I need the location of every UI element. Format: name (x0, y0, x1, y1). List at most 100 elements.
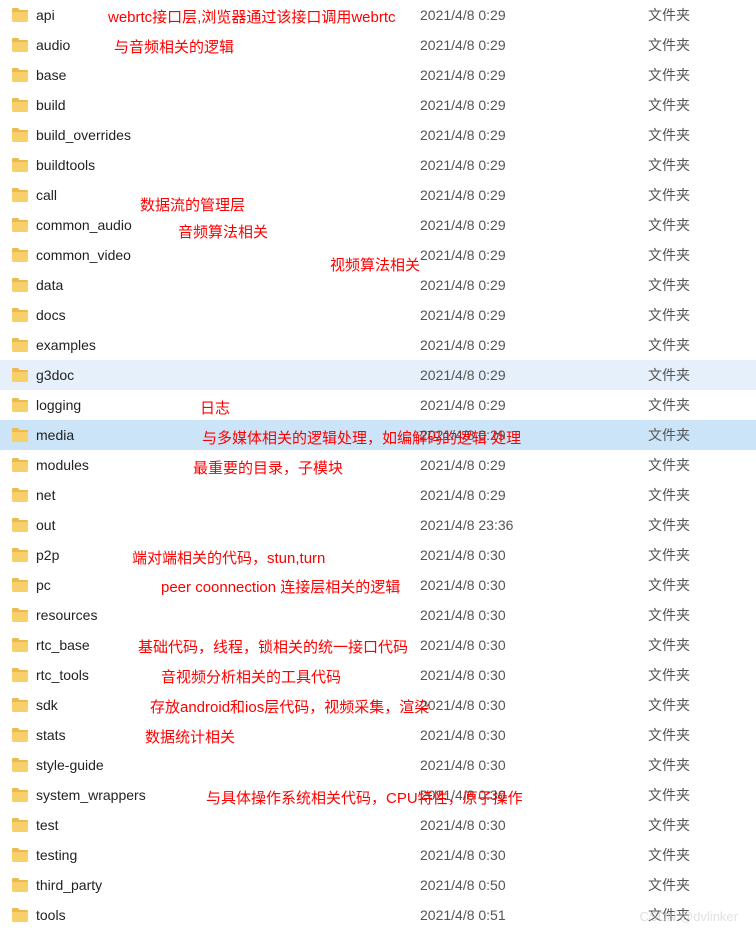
folder-row[interactable]: modules2021/4/8 0:29文件夹 (0, 450, 756, 480)
folder-icon (12, 158, 28, 172)
folder-row[interactable]: g3doc2021/4/8 0:29文件夹 (0, 360, 756, 390)
modified-date: 2021/4/8 0:30 (420, 727, 648, 743)
modified-date: 2021/4/8 0:30 (420, 637, 648, 653)
modified-date: 2021/4/8 0:29 (420, 97, 648, 113)
folder-row[interactable]: testing2021/4/8 0:30文件夹 (0, 840, 756, 870)
folder-row[interactable]: call2021/4/8 0:29文件夹 (0, 180, 756, 210)
modified-date: 2021/4/8 0:30 (420, 847, 648, 863)
folder-row[interactable]: sdk2021/4/8 0:30文件夹 (0, 690, 756, 720)
folder-name: common_audio (36, 217, 420, 233)
icon-cell (12, 278, 36, 292)
folder-row[interactable]: pc2021/4/8 0:30文件夹 (0, 570, 756, 600)
icon-cell (12, 158, 36, 172)
folder-name: build (36, 97, 420, 113)
item-type: 文件夹 (648, 425, 748, 445)
folder-row[interactable]: build2021/4/8 0:29文件夹 (0, 90, 756, 120)
folder-row[interactable]: docs2021/4/8 0:29文件夹 (0, 300, 756, 330)
item-type: 文件夹 (648, 725, 748, 745)
item-type: 文件夹 (648, 755, 748, 775)
folder-icon (12, 548, 28, 562)
folder-name: test (36, 817, 420, 833)
item-type: 文件夹 (648, 455, 748, 475)
folder-row[interactable]: buildtools2021/4/8 0:29文件夹 (0, 150, 756, 180)
folder-row[interactable]: stats2021/4/8 0:30文件夹 (0, 720, 756, 750)
icon-cell (12, 248, 36, 262)
folder-row[interactable]: common_video2021/4/8 0:29文件夹 (0, 240, 756, 270)
icon-cell (12, 338, 36, 352)
folder-icon (12, 818, 28, 832)
folder-row[interactable]: common_audio2021/4/8 0:29文件夹 (0, 210, 756, 240)
folder-row[interactable]: audio2021/4/8 0:29文件夹 (0, 30, 756, 60)
folder-row[interactable]: logging2021/4/8 0:29文件夹 (0, 390, 756, 420)
folder-name: p2p (36, 547, 420, 563)
watermark: CSDN @dvlinker (640, 909, 738, 924)
folder-name: third_party (36, 877, 420, 893)
folder-row[interactable]: api2021/4/8 0:29文件夹 (0, 0, 756, 30)
modified-date: 2021/4/8 0:30 (420, 547, 648, 563)
icon-cell (12, 698, 36, 712)
item-type: 文件夹 (648, 365, 748, 385)
folder-icon (12, 368, 28, 382)
folder-row[interactable]: net2021/4/8 0:29文件夹 (0, 480, 756, 510)
folder-name: rtc_base (36, 637, 420, 653)
icon-cell (12, 68, 36, 82)
folder-row[interactable]: media2021/4/8 0:29文件夹 (0, 420, 756, 450)
item-type: 文件夹 (648, 845, 748, 865)
icon-cell (12, 128, 36, 142)
folder-icon (12, 278, 28, 292)
folder-row[interactable]: resources2021/4/8 0:30文件夹 (0, 600, 756, 630)
folder-row[interactable]: system_wrappers2021/4/8 0:30文件夹 (0, 780, 756, 810)
folder-name: system_wrappers (36, 787, 420, 803)
folder-icon (12, 38, 28, 52)
modified-date: 2021/4/8 0:30 (420, 607, 648, 623)
folder-row[interactable]: style-guide2021/4/8 0:30文件夹 (0, 750, 756, 780)
folder-icon (12, 8, 28, 22)
folder-icon (12, 518, 28, 532)
modified-date: 2021/4/8 0:29 (420, 487, 648, 503)
icon-cell (12, 368, 36, 382)
item-type: 文件夹 (648, 245, 748, 265)
icon-cell (12, 878, 36, 892)
icon-cell (12, 38, 36, 52)
folder-row[interactable]: rtc_base2021/4/8 0:30文件夹 (0, 630, 756, 660)
folder-row[interactable]: examples2021/4/8 0:29文件夹 (0, 330, 756, 360)
folder-name: buildtools (36, 157, 420, 173)
icon-cell (12, 788, 36, 802)
folder-name: testing (36, 847, 420, 863)
modified-date: 2021/4/8 0:29 (420, 367, 648, 383)
modified-date: 2021/4/8 23:36 (420, 517, 648, 533)
modified-date: 2021/4/8 0:29 (420, 7, 648, 23)
modified-date: 2021/4/8 0:30 (420, 817, 648, 833)
folder-row[interactable]: third_party2021/4/8 0:50文件夹 (0, 870, 756, 900)
folder-row[interactable]: build_overrides2021/4/8 0:29文件夹 (0, 120, 756, 150)
icon-cell (12, 758, 36, 772)
folder-icon (12, 878, 28, 892)
icon-cell (12, 818, 36, 832)
folder-row[interactable]: test2021/4/8 0:30文件夹 (0, 810, 756, 840)
folder-name: sdk (36, 697, 420, 713)
folder-icon (12, 68, 28, 82)
item-type: 文件夹 (648, 125, 748, 145)
item-type: 文件夹 (648, 155, 748, 175)
folder-name: audio (36, 37, 420, 53)
folder-row[interactable]: p2p2021/4/8 0:30文件夹 (0, 540, 756, 570)
modified-date: 2021/4/8 0:51 (420, 907, 648, 923)
item-type: 文件夹 (648, 305, 748, 325)
item-type: 文件夹 (648, 575, 748, 595)
icon-cell (12, 518, 36, 532)
icon-cell (12, 728, 36, 742)
folder-row[interactable]: base2021/4/8 0:29文件夹 (0, 60, 756, 90)
folder-row[interactable]: out2021/4/8 23:36文件夹 (0, 510, 756, 540)
item-type: 文件夹 (648, 515, 748, 535)
modified-date: 2021/4/8 0:30 (420, 697, 648, 713)
folder-row[interactable]: rtc_tools2021/4/8 0:30文件夹 (0, 660, 756, 690)
folder-name: style-guide (36, 757, 420, 773)
icon-cell (12, 218, 36, 232)
item-type: 文件夹 (648, 185, 748, 205)
folder-icon (12, 788, 28, 802)
folder-name: pc (36, 577, 420, 593)
folder-icon (12, 758, 28, 772)
icon-cell (12, 908, 36, 922)
folder-row[interactable]: data2021/4/8 0:29文件夹 (0, 270, 756, 300)
folder-name: media (36, 427, 420, 443)
